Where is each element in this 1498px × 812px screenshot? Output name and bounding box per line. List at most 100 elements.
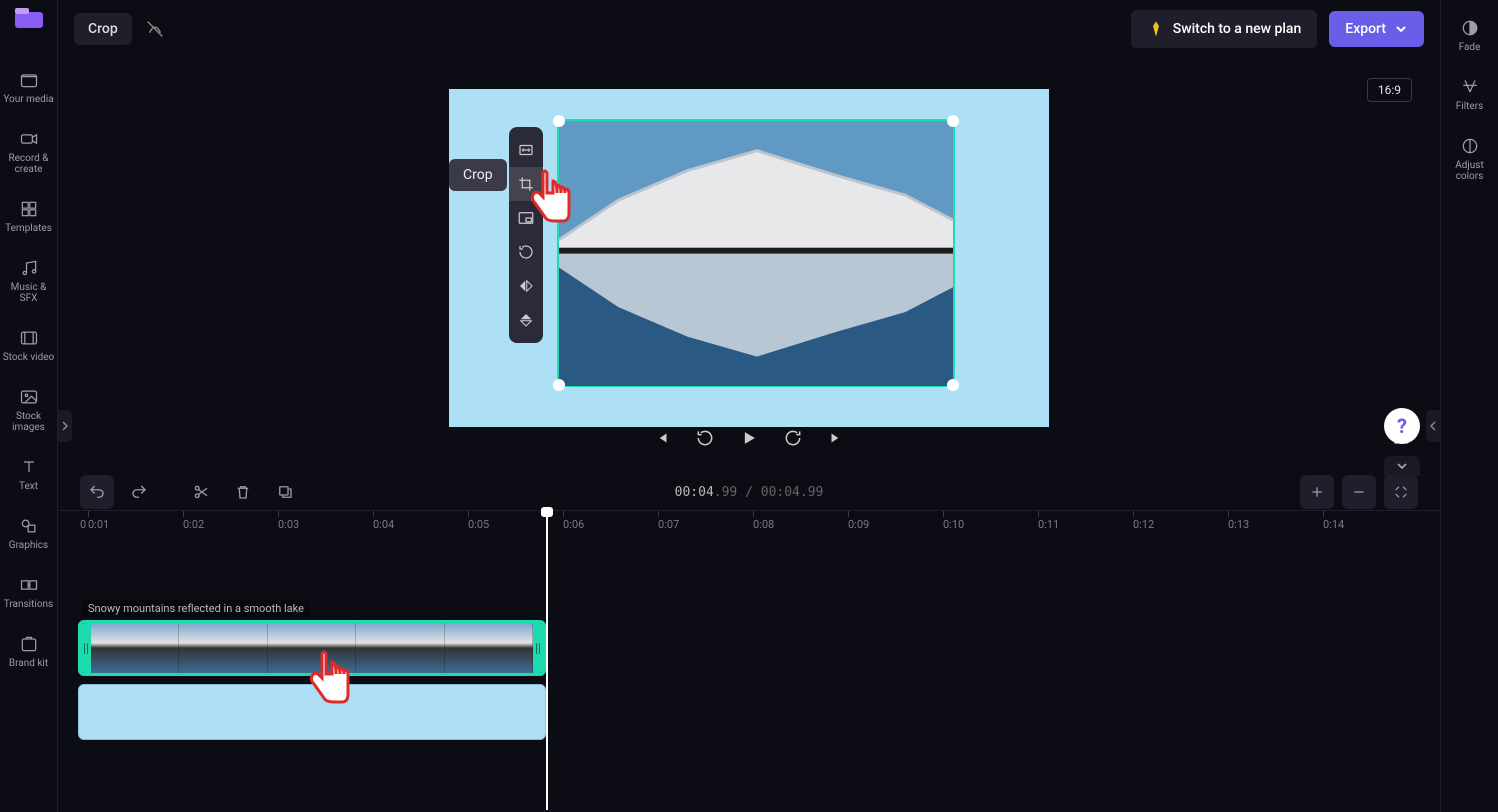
undo-button[interactable]	[80, 475, 114, 509]
preview-image	[559, 121, 953, 386]
ruler-mark: 0:04	[373, 511, 468, 538]
sidebar-item-label: Text	[19, 481, 38, 492]
duplicate-button[interactable]	[268, 475, 302, 509]
crop-tooltip: Crop	[449, 159, 507, 191]
ruler-mark: 0:07	[658, 511, 753, 538]
background-clip[interactable]	[78, 684, 546, 740]
rotate-tool[interactable]	[509, 235, 543, 269]
rewind-button[interactable]	[695, 428, 715, 448]
play-button[interactable]	[739, 428, 759, 448]
sidebar-item-stock-images[interactable]: Stock images	[0, 377, 57, 443]
pip-tool[interactable]	[509, 201, 543, 235]
clip-thumbnail	[356, 623, 444, 673]
top-bar: Crop Switch to a new plan Export	[58, 0, 1440, 58]
export-label: Export	[1345, 21, 1386, 37]
timecode-display: 00:04.99 / 00:04.99	[675, 485, 824, 500]
resize-handle-bl[interactable]	[553, 379, 565, 391]
sidebar-item-label: Brand kit	[9, 658, 48, 669]
ruler-mark: 0:09	[848, 511, 943, 538]
ruler-mark: 0:02	[183, 511, 278, 538]
zoom-in-button[interactable]	[1300, 475, 1334, 509]
left-sidebar: Your media Record & create Templates Mus…	[0, 0, 58, 812]
total-time-frac: .99	[800, 485, 823, 500]
preview-canvas[interactable]: Crop	[449, 89, 1049, 427]
forward-button[interactable]	[783, 428, 803, 448]
clip-trim-left[interactable]: ||	[81, 623, 91, 673]
skip-start-button[interactable]	[653, 429, 671, 447]
ruler-mark: 0	[80, 511, 88, 538]
sidebar-item-music-sfx[interactable]: Music & SFX	[0, 248, 57, 314]
total-time: 00:04	[761, 485, 800, 500]
resize-handle-tr[interactable]	[947, 115, 959, 127]
redo-button[interactable]	[122, 475, 156, 509]
sidebar-item-label: Templates	[5, 223, 52, 234]
aspect-ratio-button[interactable]: 16:9	[1367, 78, 1412, 102]
timeline-toolbar: 00:04.99 / 00:04.99	[58, 472, 1440, 512]
sidebar-item-brand-kit[interactable]: Brand kit	[0, 624, 57, 679]
sidebar-item-label: Music & SFX	[2, 282, 55, 304]
visibility-off-icon[interactable]	[144, 18, 166, 40]
export-button[interactable]: Export	[1329, 11, 1424, 47]
sidebar-item-adjust-colors[interactable]: Adjust colors	[1441, 126, 1498, 192]
sidebar-item-label: Fade	[1459, 42, 1481, 53]
resize-handle-tl[interactable]	[553, 115, 565, 127]
sidebar-item-graphics[interactable]: Graphics	[0, 506, 57, 561]
ruler-mark: 0:08	[753, 511, 848, 538]
sidebar-item-filters[interactable]: Filters	[1441, 67, 1498, 122]
sidebar-item-label: Your media	[3, 94, 53, 105]
current-time-frac: .99	[714, 485, 737, 500]
media-selection-frame[interactable]	[557, 119, 955, 387]
video-clip[interactable]: || ||	[78, 620, 546, 676]
fit-tool[interactable]	[509, 133, 543, 167]
sidebar-item-label: Stock video	[3, 352, 55, 363]
zoom-fit-button[interactable]	[1384, 475, 1418, 509]
sidebar-item-record-create[interactable]: Record & create	[0, 119, 57, 185]
ruler-mark: 0:06	[563, 511, 658, 538]
playhead[interactable]	[546, 510, 548, 810]
sidebar-item-label: Graphics	[9, 540, 48, 551]
ruler-mark: 0:12	[1133, 511, 1228, 538]
split-button[interactable]	[184, 475, 218, 509]
playback-controls	[58, 418, 1440, 458]
floating-toolbar	[509, 127, 543, 343]
switch-plan-button[interactable]: Switch to a new plan	[1131, 10, 1318, 48]
crop-mode-button[interactable]: Crop	[74, 13, 132, 45]
sidebar-item-stock-video[interactable]: Stock video	[0, 318, 57, 373]
clip-trim-right[interactable]: ||	[533, 623, 543, 673]
flip-horizontal-tool[interactable]	[509, 269, 543, 303]
sidebar-item-label: Record & create	[2, 153, 55, 175]
ruler-mark: 0:14	[1323, 511, 1418, 538]
current-time: 00:04	[675, 485, 714, 500]
ruler-mark: 0:01	[88, 511, 183, 538]
app-logo[interactable]	[15, 8, 43, 32]
sidebar-item-label: Transitions	[4, 599, 53, 610]
timeline-ruler[interactable]: 0 0:01 0:02 0:03 0:04 0:05 0:06 0:07 0:0…	[58, 510, 1440, 538]
flip-vertical-tool[interactable]	[509, 303, 543, 337]
sidebar-item-label: Stock images	[2, 411, 55, 433]
clip-thumbnail	[91, 623, 179, 673]
ruler-mark: 0:10	[943, 511, 1038, 538]
help-button[interactable]: ?	[1384, 408, 1420, 444]
clip-thumbnail	[268, 623, 356, 673]
ruler-mark: 0:11	[1038, 511, 1133, 538]
sidebar-item-your-media[interactable]: Your media	[0, 60, 57, 115]
switch-plan-label: Switch to a new plan	[1173, 21, 1302, 37]
sidebar-item-templates[interactable]: Templates	[0, 189, 57, 244]
ruler-mark: 0:03	[278, 511, 373, 538]
clip-label: Snowy mountains reflected in a smooth la…	[82, 600, 310, 617]
sidebar-item-fade[interactable]: Fade	[1441, 8, 1498, 63]
chevron-down-icon	[1394, 22, 1408, 36]
sidebar-item-text[interactable]: Text	[0, 447, 57, 502]
delete-button[interactable]	[226, 475, 260, 509]
resize-handle-br[interactable]	[947, 379, 959, 391]
right-sidebar: Fade Filters Adjust colors	[1440, 0, 1498, 812]
zoom-out-button[interactable]	[1342, 475, 1376, 509]
canvas-area: 16:9 Crop	[58, 58, 1440, 458]
sidebar-item-label: Filters	[1456, 101, 1484, 112]
crop-tool[interactable]	[509, 167, 543, 201]
clip-thumbnail	[179, 623, 267, 673]
sidebar-item-transitions[interactable]: Transitions	[0, 565, 57, 620]
ruler-mark: 0:13	[1228, 511, 1323, 538]
skip-end-button[interactable]	[827, 429, 845, 447]
clip-thumbnail	[445, 623, 533, 673]
